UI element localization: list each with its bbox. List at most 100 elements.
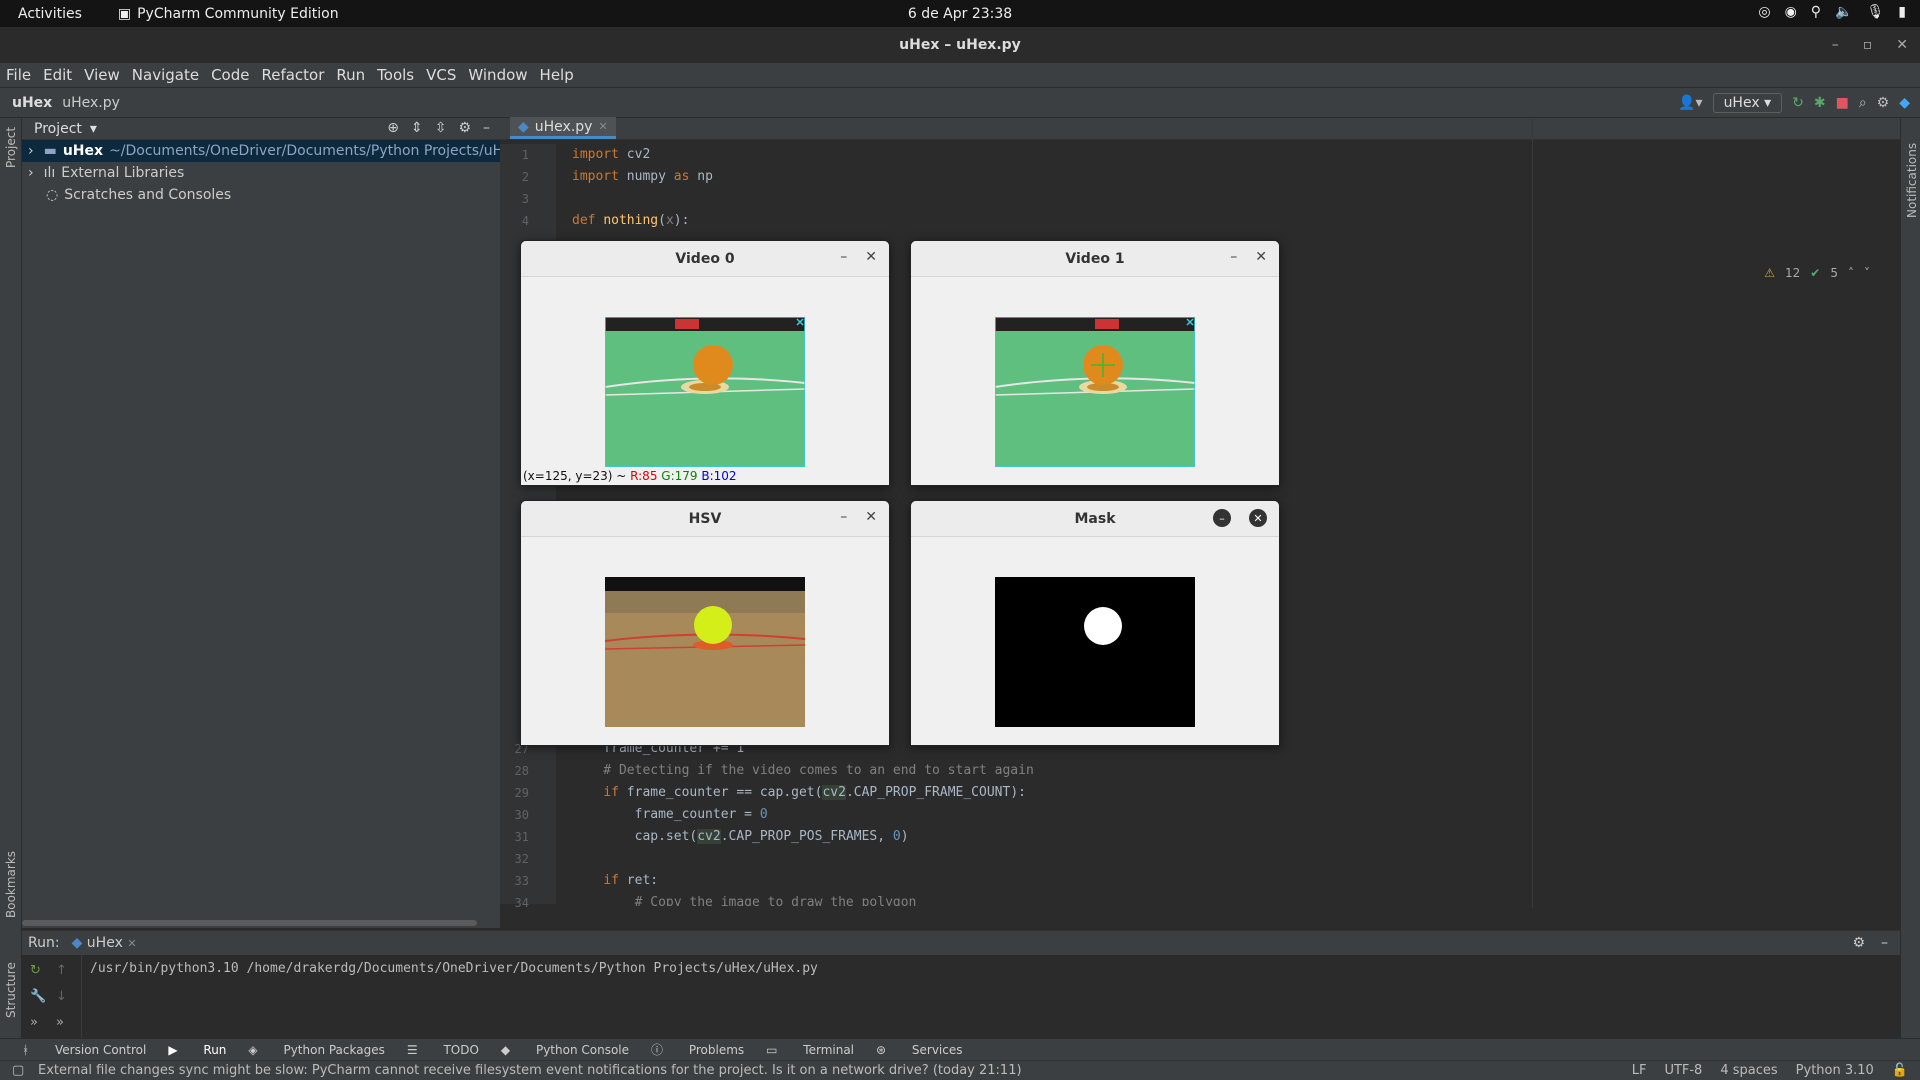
- chevron-right-icon[interactable]: ›: [28, 143, 34, 159]
- activities-button[interactable]: Activities: [18, 6, 82, 22]
- debug-icon[interactable]: ✱: [1814, 95, 1826, 111]
- notifications-tool-button[interactable]: Notifications: [1905, 143, 1919, 218]
- menu-tools[interactable]: Tools: [371, 66, 420, 84]
- rerun-icon[interactable]: ↻: [1792, 95, 1804, 111]
- more-icon[interactable]: »: [56, 1015, 64, 1030]
- minimize-icon[interactable]: –: [1832, 37, 1839, 53]
- cv-window-mask[interactable]: Mask – ✕: [910, 500, 1280, 746]
- project-tool-button[interactable]: Project: [4, 127, 18, 168]
- cv-window-hsv[interactable]: HSV – ✕: [520, 500, 890, 746]
- structure-tool-button[interactable]: Structure: [4, 962, 18, 1018]
- hide-icon[interactable]: –: [483, 120, 490, 136]
- project-panel-title[interactable]: Project: [34, 121, 82, 137]
- cv-window-video0[interactable]: Video 0 – ✕ (x=125, y=23) ~ R:85 G:179 B:…: [520, 240, 890, 486]
- tree-item-scratches[interactable]: ◌ Scratches and Consoles: [22, 184, 500, 206]
- tool-services[interactable]: ⊛ Services: [876, 1043, 962, 1057]
- minimize-icon[interactable]: –: [840, 509, 847, 525]
- discord-icon[interactable]: ◉: [1785, 4, 1797, 20]
- network-icon[interactable]: ⚲: [1811, 4, 1821, 20]
- arrow-up-icon[interactable]: ↑: [56, 963, 67, 978]
- battery-icon[interactable]: ▮: [1898, 4, 1906, 20]
- hide-icon[interactable]: –: [1881, 935, 1888, 951]
- inspection-widget[interactable]: ⚠ 12 ✔ 5 ˄ ˅: [1764, 266, 1870, 280]
- tab-uhex-py[interactable]: ◆ uHex.py ✕: [510, 117, 616, 139]
- settings-icon[interactable]: ⚙: [1877, 95, 1890, 111]
- app-menu[interactable]: ▣ PyCharm Community Edition: [118, 6, 339, 22]
- tree-item-uhex[interactable]: › ▬ uHex ~/Documents/OneDriver/Documents…: [22, 140, 500, 162]
- close-icon[interactable]: ✕: [1896, 37, 1908, 53]
- close-icon[interactable]: ✕: [1249, 509, 1267, 527]
- menu-edit[interactable]: Edit: [37, 66, 78, 84]
- locate-icon[interactable]: ⊕: [387, 120, 399, 136]
- collapse-all-icon[interactable]: ⇳: [435, 120, 447, 136]
- tool-version-control[interactable]: ᚼ Version Control: [22, 1043, 146, 1057]
- microphone-icon[interactable]: 🎙: [1867, 4, 1885, 20]
- menu-run[interactable]: Run: [330, 66, 371, 84]
- minimize-icon[interactable]: –: [840, 249, 847, 265]
- video0-frame[interactable]: [605, 317, 805, 467]
- tool-todo[interactable]: ☰ TODO: [407, 1043, 479, 1057]
- close-icon[interactable]: ✕: [598, 120, 607, 133]
- bookmarks-tool-button[interactable]: Bookmarks: [4, 851, 18, 918]
- menu-window[interactable]: Window: [462, 66, 533, 84]
- chevron-down-icon[interactable]: ˅: [1864, 266, 1870, 280]
- maximize-icon[interactable]: ▫: [1863, 37, 1873, 53]
- close-icon[interactable]: ✕: [865, 249, 877, 265]
- run-tab[interactable]: ◆ uHex ✕: [72, 935, 137, 951]
- rerun-icon[interactable]: ↻: [30, 963, 41, 978]
- search-icon[interactable]: ⌕: [1859, 95, 1867, 111]
- more-icon[interactable]: »: [30, 1015, 38, 1030]
- video1-frame[interactable]: [995, 317, 1195, 467]
- run-config-select[interactable]: uHex ▾: [1712, 92, 1783, 113]
- lock-icon[interactable]: 🔓: [1892, 1063, 1908, 1078]
- status-message[interactable]: External file changes sync might be slow…: [38, 1063, 1022, 1078]
- gear-icon[interactable]: ⚙: [1852, 935, 1865, 951]
- user-icon[interactable]: 👤▾: [1678, 95, 1702, 111]
- tool-python-console[interactable]: ◆ Python Console: [501, 1043, 629, 1057]
- horizontal-scrollbar[interactable]: [22, 920, 477, 926]
- menu-view[interactable]: View: [78, 66, 126, 84]
- indent-setting[interactable]: 4 spaces: [1720, 1063, 1777, 1078]
- close-icon[interactable]: ✕: [1255, 249, 1267, 265]
- menu-navigate[interactable]: Navigate: [126, 66, 205, 84]
- breadcrumb-file[interactable]: uHex.py: [62, 95, 120, 111]
- expand-all-icon[interactable]: ⇕: [411, 120, 423, 136]
- stop-icon[interactable]: ■: [1836, 95, 1849, 111]
- menu-refactor[interactable]: Refactor: [255, 66, 330, 84]
- gear-icon[interactable]: ⚙: [458, 120, 471, 136]
- run-console-output[interactable]: /usr/bin/python3.10 /home/drakerdg/Docum…: [90, 961, 818, 976]
- chevron-up-icon[interactable]: ˄: [1848, 266, 1854, 280]
- close-icon[interactable]: ✕: [127, 937, 136, 950]
- menu-help[interactable]: Help: [534, 66, 580, 84]
- jetbrains-icon[interactable]: ◆: [1899, 95, 1910, 111]
- menu-code[interactable]: Code: [205, 66, 255, 84]
- mask-frame[interactable]: [995, 577, 1195, 727]
- chevron-right-icon[interactable]: ›: [28, 165, 34, 181]
- tree-item-external-libraries[interactable]: › ılı External Libraries: [22, 162, 500, 184]
- python-interpreter[interactable]: Python 3.10: [1796, 1063, 1874, 1078]
- arrow-down-icon[interactable]: ↓: [56, 989, 67, 1004]
- event-log-icon[interactable]: ▢: [12, 1063, 24, 1078]
- breadcrumb-project[interactable]: uHex: [12, 95, 52, 111]
- tool-terminal[interactable]: ▭ Terminal: [766, 1043, 854, 1057]
- clock[interactable]: 6 de Apr 23:38: [908, 6, 1012, 22]
- cv-window-titlebar[interactable]: Video 0 – ✕: [521, 241, 889, 277]
- chrome-icon[interactable]: ◎: [1758, 4, 1770, 20]
- file-encoding[interactable]: UTF-8: [1664, 1063, 1702, 1078]
- tool-run[interactable]: ▶ Run: [168, 1043, 226, 1057]
- minimize-icon[interactable]: –: [1230, 249, 1237, 265]
- menu-file[interactable]: File: [0, 66, 37, 84]
- hsv-frame[interactable]: [605, 577, 805, 727]
- close-icon[interactable]: ✕: [865, 509, 877, 525]
- cv-window-titlebar[interactable]: Video 1 – ✕: [911, 241, 1279, 277]
- wrench-icon[interactable]: 🔧: [30, 989, 46, 1004]
- cv-window-video1[interactable]: Video 1 – ✕: [910, 240, 1280, 486]
- minimize-icon[interactable]: –: [1213, 509, 1231, 527]
- tool-problems[interactable]: ⓘ Problems: [651, 1041, 744, 1058]
- chevron-down-icon[interactable]: ▾: [90, 121, 97, 137]
- tool-python-packages[interactable]: ◈ Python Packages: [248, 1043, 384, 1057]
- volume-icon[interactable]: 🔈: [1835, 4, 1852, 20]
- cv-window-titlebar[interactable]: Mask – ✕: [911, 501, 1279, 537]
- line-separator[interactable]: LF: [1632, 1063, 1647, 1078]
- menu-vcs[interactable]: VCS: [420, 66, 462, 84]
